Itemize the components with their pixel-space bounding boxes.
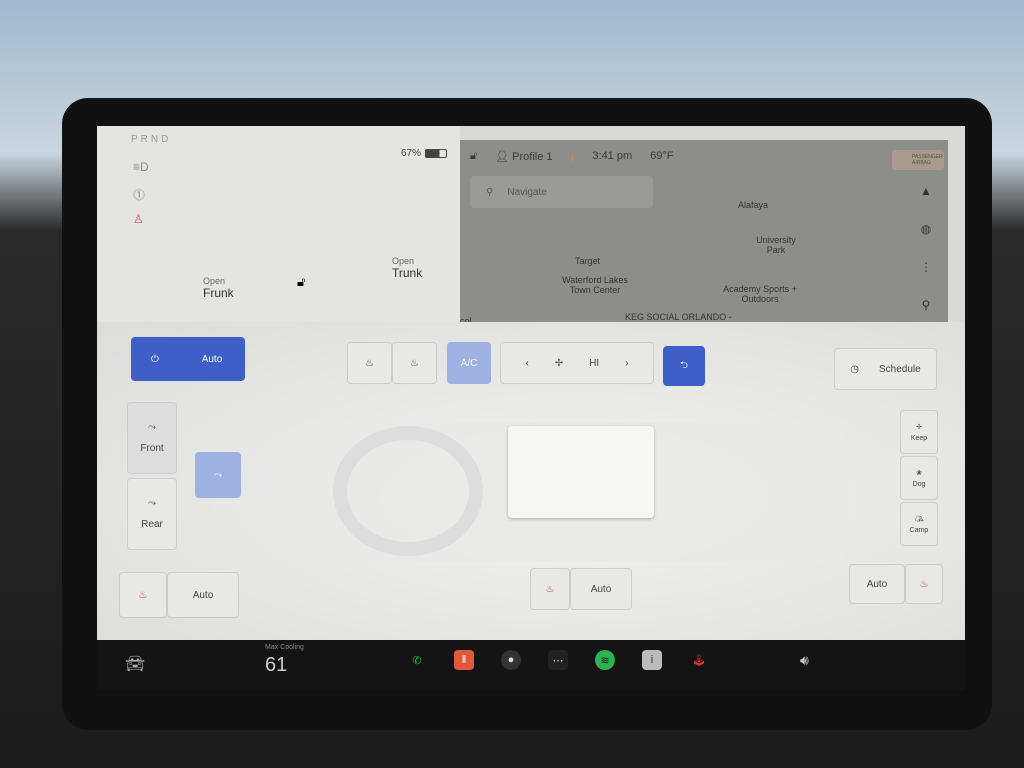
frunk-open-label: Open: [203, 276, 226, 286]
front-airflow-button[interactable]: ⤳ Front: [127, 402, 177, 474]
car-panel: PRND 67% ≡D ⓵ ♙ Open Frunk 🔓︎ Open Trunk: [97, 126, 460, 322]
gear-indicator: PRND: [131, 134, 172, 145]
download-icon[interactable]: ⭳: [571, 150, 575, 169]
fan-control[interactable]: ‹ ✢ HI ›: [500, 342, 654, 384]
frunk-button[interactable]: Open Frunk: [203, 276, 234, 300]
profile[interactable]: 👤︎ Profile 1: [495, 150, 552, 169]
seatbelt-icon: ♙: [133, 212, 144, 226]
rear-label: Rear: [141, 519, 163, 530]
map-controls: ▲ ◍ ⋮ ⚲: [912, 184, 940, 312]
seat-auto-button[interactable]: Auto: [167, 572, 239, 618]
touchscreen: PRND 67% ≡D ⓵ ♙ Open Frunk 🔓︎ Open Trunk 🔓…: [97, 126, 965, 690]
right-seat-heater-button[interactable]: ♨: [905, 564, 943, 604]
steering-heater-button[interactable]: ♨: [530, 568, 570, 610]
tent-icon: ⛺︎: [914, 515, 924, 523]
joystick-icon[interactable]: 🕹︎: [689, 650, 709, 670]
warning-icon: ⓵: [133, 188, 146, 202]
manual-icon[interactable]: i: [642, 650, 662, 670]
dog-mode-button[interactable]: ❀ Dog: [900, 456, 938, 500]
battery-icon: [425, 149, 448, 158]
outside-temp: 69°F: [650, 150, 674, 162]
lock-status-icon[interactable]: 🔓︎: [470, 150, 477, 169]
app-dock: ✆ ‖ ● ⋯ ≋ i 🕹︎: [407, 650, 709, 670]
right-seat-auto-button[interactable]: Auto: [849, 564, 905, 604]
globe-icon[interactable]: ◍: [921, 222, 931, 236]
map-label: Target: [575, 256, 601, 266]
lock-icon[interactable]: 🔓︎: [297, 274, 305, 290]
phone-icon[interactable]: ✆: [407, 650, 427, 670]
rear-defrost-button[interactable]: ♨: [392, 342, 437, 384]
profile-label: Profile 1: [512, 151, 553, 163]
climate-panel: ⏻ Auto ♨ ♨ A/C ‹ ✢ HI › ⮌ ◷ Schedule ⤳ Front …: [97, 322, 965, 640]
trunk-label: Trunk: [392, 266, 423, 280]
passenger-airbag-indicator: PASSENGER AIRBAG: [892, 150, 944, 170]
navigate-placeholder: Navigate: [507, 186, 547, 198]
more-icon[interactable]: ⋯: [548, 650, 568, 670]
status-bar: 🔓︎ 👤︎ Profile 1 ⭳ 3:41 pm 69°F: [470, 150, 674, 169]
camp-mode-button[interactable]: ⛺︎ Camp: [900, 502, 938, 546]
search-icon: ⚲: [486, 186, 494, 198]
fan-icon: ✢: [916, 423, 922, 431]
ac-button[interactable]: A/C: [447, 342, 491, 384]
navigate-search[interactable]: ⚲ Navigate: [470, 176, 653, 208]
clock-icon: ◷: [850, 363, 860, 375]
schedule-label: Schedule: [879, 363, 921, 375]
front-defrost-button[interactable]: ♨: [347, 342, 392, 384]
map-label: University Park: [756, 235, 796, 255]
map-label: Alafaya: [738, 200, 769, 210]
battery-percent: 67%: [401, 148, 422, 159]
audio-app-icon[interactable]: ‖: [454, 650, 474, 670]
temp-mode-label: Max Cooling: [265, 644, 304, 651]
schedule-button[interactable]: ◷ Schedule: [834, 348, 937, 390]
vent-mode-button[interactable]: ⤳: [195, 452, 241, 498]
camp-label: Camp: [909, 526, 929, 534]
airflow-icon: ⤳: [148, 498, 156, 509]
keep-mode-button[interactable]: ✢ Keep: [900, 410, 938, 454]
frunk-label: Frunk: [203, 286, 234, 300]
power-button[interactable]: ⏻: [131, 337, 179, 381]
temp-value[interactable]: 61: [265, 654, 287, 677]
clock: 3:41 pm: [592, 150, 633, 162]
traffic-icon[interactable]: ⋮: [920, 260, 932, 274]
keep-label: Keep: [910, 434, 928, 442]
bottom-bar: 🚘︎ Max Cooling 61 ✆ ‖ ● ⋯ ≋ i 🕹︎ 🔊︎: [97, 640, 965, 690]
rear-airflow-button[interactable]: ⤳ Rear: [127, 478, 177, 550]
paw-icon: ❀: [916, 469, 922, 477]
trunk-button[interactable]: Open Trunk: [392, 256, 422, 280]
map-label: Waterford Lakes Town Center: [562, 275, 628, 295]
fan-decrease-icon[interactable]: ‹: [525, 358, 528, 369]
display-image: [508, 426, 654, 518]
fan-increase-icon[interactable]: ›: [625, 358, 628, 369]
trunk-open-label: Open: [392, 256, 415, 266]
dog-label: Dog: [912, 480, 926, 488]
map-label: Academy Sports + Outdoors: [723, 284, 797, 304]
compass-icon[interactable]: ▲: [920, 184, 932, 198]
battery-indicator: 67%: [401, 148, 448, 159]
auto-button[interactable]: Auto: [179, 337, 245, 381]
front-label: Front: [140, 443, 164, 454]
spotify-icon[interactable]: ≋: [595, 650, 615, 670]
fan-icon: ✢: [554, 357, 564, 369]
seat-heater-button[interactable]: ♨: [119, 572, 167, 618]
fan-speed: HI: [589, 357, 600, 369]
camera-icon[interactable]: ●: [501, 650, 521, 670]
power-icon: ⏻: [151, 353, 159, 365]
headlights-icon: ≡D: [133, 160, 149, 174]
steering-auto-button[interactable]: Auto: [570, 568, 632, 610]
map[interactable]: 🔓︎ 👤︎ Profile 1 ⭳ 3:41 pm 69°F ⚲ Navigate…: [460, 140, 948, 332]
pin-icon[interactable]: ⚲: [922, 298, 931, 312]
recirculate-button[interactable]: ⮌: [663, 346, 705, 386]
airflow-icon: ⤳: [148, 422, 156, 433]
volume-icon[interactable]: 🔊︎: [800, 652, 809, 669]
steering-wheel-image: [333, 426, 483, 556]
car-icon[interactable]: 🚘︎: [125, 654, 145, 674]
